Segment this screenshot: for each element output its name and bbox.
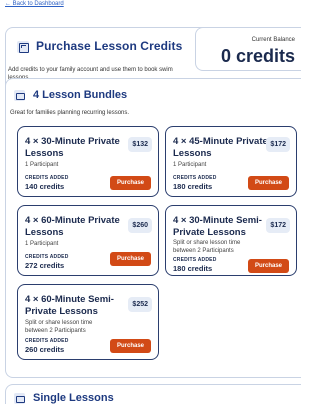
bundle-title: 4 × 60-Minute Private Lessons	[25, 215, 120, 238]
single-lessons-title: Single Lessons	[33, 392, 114, 404]
balance-value: 0 credits	[220, 46, 295, 66]
bundle-subtitle: 1 Participant	[25, 241, 59, 247]
purchase-button[interactable]: Purchase	[110, 252, 151, 266]
bundle-card: 4 × 45-Minute Private Lessons $172 1 Par…	[165, 126, 297, 197]
bundles-title: 4 Lesson Bundles	[33, 89, 128, 101]
balance-label: Current Balance	[251, 37, 295, 43]
bundles-section: 4 Lesson Bundles Great for families plan…	[5, 78, 301, 378]
bundle-title: 4 × 30-Minute Semi-Private Lessons	[173, 215, 262, 238]
credits-added-value: 272 credits	[25, 261, 65, 270]
back-to-dashboard-link[interactable]: ← Back to Dashboard	[5, 1, 64, 7]
lesson-icon	[14, 393, 25, 404]
bundle-card: 4 × 30-Minute Private Lessons $132 1 Par…	[17, 126, 159, 197]
bundle-card: 4 × 60-Minute Private Lessons $260 1 Par…	[17, 205, 159, 276]
bundle-price: $260	[128, 218, 152, 233]
credit-card-icon	[17, 41, 29, 53]
credits-added-label: CREDITS ADDED	[25, 338, 69, 344]
page-title: Purchase Lesson Credits	[36, 39, 183, 53]
current-balance-card: Current Balance 0 credits	[195, 27, 301, 71]
bundles-description: Great for families planning recurring le…	[10, 110, 130, 116]
bundle-title: 4 × 30-Minute Private Lessons	[25, 136, 120, 159]
bundle-icon	[14, 90, 25, 101]
credits-added-label: CREDITS ADDED	[25, 254, 69, 260]
purchase-button[interactable]: Purchase	[110, 176, 151, 190]
bundle-subtitle: Split or share lesson time between 2 Par…	[25, 320, 93, 334]
purchase-button[interactable]: Purchase	[248, 176, 289, 190]
credits-added-label: CREDITS ADDED	[173, 175, 217, 181]
bundle-card: 4 × 60-Minute Semi-Private Lessons $252 …	[17, 284, 159, 360]
bundle-title: 4 × 60-Minute Semi-Private Lessons	[25, 294, 114, 317]
credits-added-value: 260 credits	[25, 345, 65, 354]
bundle-card: 4 × 30-Minute Semi-Private Lessons $172 …	[165, 205, 297, 276]
bundle-price: $252	[128, 297, 152, 312]
bundle-title: 4 × 45-Minute Private Lessons	[173, 136, 268, 159]
bundle-price: $132	[128, 137, 152, 152]
purchase-button[interactable]: Purchase	[248, 259, 289, 273]
credits-added-value: 180 credits	[173, 264, 213, 273]
credits-added-label: CREDITS ADDED	[25, 175, 69, 181]
bundle-price: $172	[266, 137, 290, 152]
credits-added-label: CREDITS ADDED	[173, 257, 217, 263]
purchase-button[interactable]: Purchase	[110, 339, 151, 353]
bundle-price: $172	[266, 218, 290, 233]
single-lessons-section: Single Lessons	[5, 384, 301, 404]
bundle-subtitle: Split or share lesson time between 2 Par…	[173, 240, 241, 254]
bundle-subtitle: 1 Participant	[25, 162, 59, 168]
bundle-subtitle: 1 Participant	[173, 162, 207, 168]
credits-added-value: 140 credits	[25, 182, 65, 191]
credits-added-value: 180 credits	[173, 182, 213, 191]
